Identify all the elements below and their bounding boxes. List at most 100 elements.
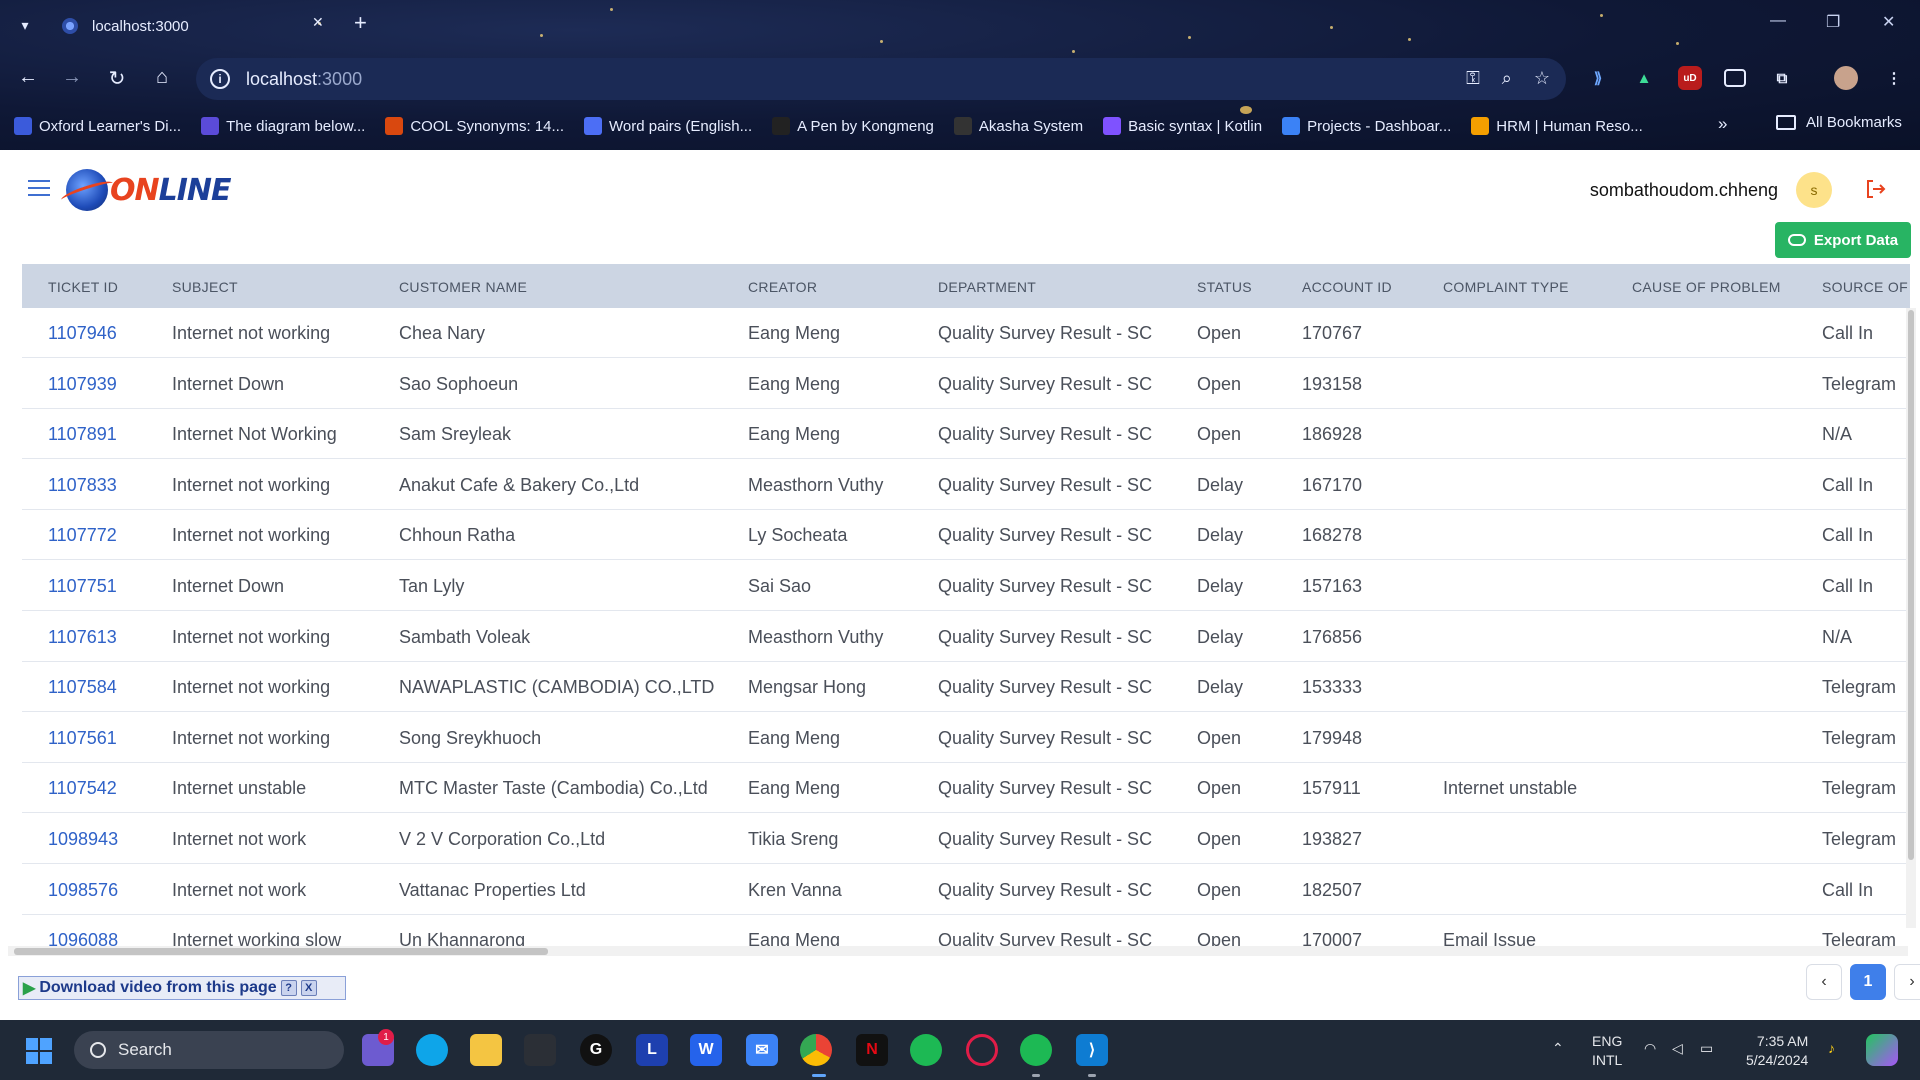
table-row[interactable]: 1107542 Internet unstable MTC Master Taste… [22,763,1910,814]
spotify-icon[interactable] [910,1034,942,1066]
ublock-icon[interactable]: uD [1678,66,1702,90]
extension-vue-icon[interactable]: ▲ [1632,66,1656,90]
next-page-button[interactable]: › [1894,964,1920,1000]
browser-menu-icon[interactable]: ⋮ [1882,66,1906,90]
l-app-icon[interactable]: L [636,1034,668,1066]
column-header[interactable]: CAUSE OF PROBLEM [1632,279,1781,295]
extensions-puzzle-icon[interactable]: ⧉ [1770,66,1794,90]
table-row[interactable]: 1107891 Internet Not Working Sam Sreyleak E… [22,409,1910,460]
volume-icon[interactable]: ◁ [1672,1040,1683,1057]
column-header[interactable]: ACCOUNT ID [1302,279,1392,295]
ticket-id-link[interactable]: 1107833 [48,475,117,496]
ticket-id-link[interactable]: 1107751 [48,576,117,597]
back-icon[interactable]: ← [14,66,42,89]
active-tab[interactable]: localhost:3000 [52,8,352,44]
mail-icon[interactable]: ✉ [746,1034,778,1066]
site-info-icon[interactable]: i [210,69,230,89]
windows-start-icon[interactable] [26,1038,52,1064]
bookmark-item[interactable]: Projects - Dashboar... [1282,117,1451,135]
vscode-icon[interactable]: ⟩ [1076,1034,1108,1066]
password-key-icon[interactable]: ⚿ [1466,68,1480,89]
column-header[interactable]: CUSTOMER NAME [399,279,527,295]
language-indicator[interactable]: ENG INTL [1592,1032,1622,1070]
bookmark-item[interactable]: The diagram below... [201,117,365,135]
reading-mode-icon[interactable] [1724,69,1746,87]
bookmark-item[interactable]: COOL Synonyms: 14... [385,117,564,135]
spotify-2-icon[interactable] [1020,1034,1052,1066]
copilot-icon[interactable] [1866,1034,1898,1066]
ticket-id-link[interactable]: 1107561 [48,728,117,749]
opera-icon[interactable] [966,1034,998,1066]
bookmark-item[interactable]: Akasha System [953,117,1083,135]
bookmark-star-icon[interactable]: ☆ [1534,68,1550,89]
reload-icon[interactable]: ↻ [103,66,131,91]
taskbar-search[interactable]: Search [74,1031,344,1069]
ticket-id-link[interactable]: 1098576 [48,880,118,901]
column-header[interactable]: TICKET ID [48,279,118,295]
table-row[interactable]: 1107561 Internet not working Song Sreykhuo… [22,713,1910,763]
horizontal-scrollbar[interactable] [8,946,1908,956]
all-bookmarks-button[interactable]: All Bookmarks [1776,114,1902,131]
export-data-button[interactable]: Export Data [1775,222,1911,258]
tab-search-button[interactable]: ▾ [12,12,38,38]
page-button-current[interactable]: 1 [1850,964,1886,1000]
column-header[interactable]: SOURCE OF [1822,279,1908,295]
system-clock[interactable]: 7:35 AM 5/24/2024 [1746,1032,1808,1070]
table-row[interactable]: 1107584 Internet not working NAWAPLASTIC (… [22,662,1910,713]
home-icon[interactable]: ⌂ [148,66,176,89]
ticket-id-link[interactable]: 1107772 [48,525,117,546]
help-icon[interactable]: ? [280,980,297,996]
bookmark-item[interactable]: Oxford Learner's Di... [14,117,181,135]
table-row[interactable]: 1107833 Internet not working Anakut Cafe &… [22,460,1910,510]
word-icon[interactable]: W [690,1034,722,1066]
prev-page-button[interactable]: ‹ [1806,964,1842,1000]
extension-wave-icon[interactable]: ⟫ [1586,66,1610,90]
logout-icon[interactable] [1864,178,1886,200]
table-row[interactable]: 1107751 Internet Down Tan Lyly Sai Sao Quali… [22,561,1910,611]
battery-icon[interactable]: ▭ [1700,1040,1713,1057]
tray-overflow-icon[interactable]: ⌃ [1552,1040,1564,1057]
ticket-id-link[interactable]: 1107584 [48,677,117,698]
file-explorer-icon[interactable] [470,1034,502,1066]
column-header[interactable]: COMPLAINT TYPE [1443,279,1569,295]
forward-icon[interactable]: → [58,66,86,89]
ticket-id-link[interactable]: 1107613 [48,627,117,648]
ticket-id-link[interactable]: 1107946 [48,323,117,344]
table-row[interactable]: 1096088 Internet working slow Un Khannaron… [22,915,1910,950]
ticket-id-link[interactable]: 1107939 [48,374,117,395]
column-header[interactable]: STATUS [1197,279,1252,295]
chrome-icon[interactable] [800,1034,832,1066]
table-row[interactable]: 1107939 Internet Down Sao Sophoeun Eang Men… [22,359,1910,409]
vertical-scrollbar[interactable] [1906,308,1916,928]
profile-avatar-icon[interactable] [1834,66,1858,90]
table-row[interactable]: 1107772 Internet not working Chhoun Ratha L… [22,510,1910,561]
maximize-icon[interactable]: ❐ [1826,12,1840,32]
minimize-icon[interactable]: — [1770,12,1786,30]
ticket-id-link[interactable]: 1107891 [48,424,117,445]
user-avatar[interactable]: s [1796,172,1832,208]
table-row[interactable]: 1107946 Internet not working Chea Nary Eang… [22,308,1910,358]
table-row[interactable]: 1098576 Internet not work Vattanac Propert… [22,865,1910,915]
ticket-id-link[interactable]: 1098943 [48,829,118,850]
address-bar[interactable]: i localhost:3000 ⚿ ⌕ ☆ [196,58,1566,100]
menu-toggle-icon[interactable] [28,180,50,198]
new-tab-button[interactable]: + [354,10,367,36]
zoom-icon[interactable]: ⌕ [1502,68,1512,89]
bookmark-item[interactable]: A Pen by Kongmeng [772,117,934,135]
table-row[interactable]: 1107613 Internet not working Sambath Volea… [22,612,1910,662]
logitech-g-icon[interactable]: G [580,1034,612,1066]
table-row[interactable]: 1098943 Internet not work V 2 V Corporatio… [22,814,1910,864]
notification-bell-icon[interactable]: ♪ [1828,1040,1835,1056]
edge-icon[interactable] [416,1034,448,1066]
wifi-icon[interactable]: ◠ [1644,1040,1656,1057]
bookmarks-overflow-icon[interactable]: » [1718,114,1727,134]
mouse-app-icon[interactable] [524,1034,556,1066]
column-header[interactable]: DEPARTMENT [938,279,1036,295]
close-window-icon[interactable]: ✕ [1882,12,1895,32]
ticket-id-link[interactable]: 1107542 [48,778,117,799]
bookmark-item[interactable]: Basic syntax | Kotlin [1103,117,1262,135]
column-header[interactable]: CREATOR [748,279,817,295]
tab-close-icon[interactable]: ✕ [312,14,324,31]
close-icon[interactable]: X [300,980,317,996]
download-video-bar[interactable]: ▶ Download video from this page ? X [18,976,346,1000]
